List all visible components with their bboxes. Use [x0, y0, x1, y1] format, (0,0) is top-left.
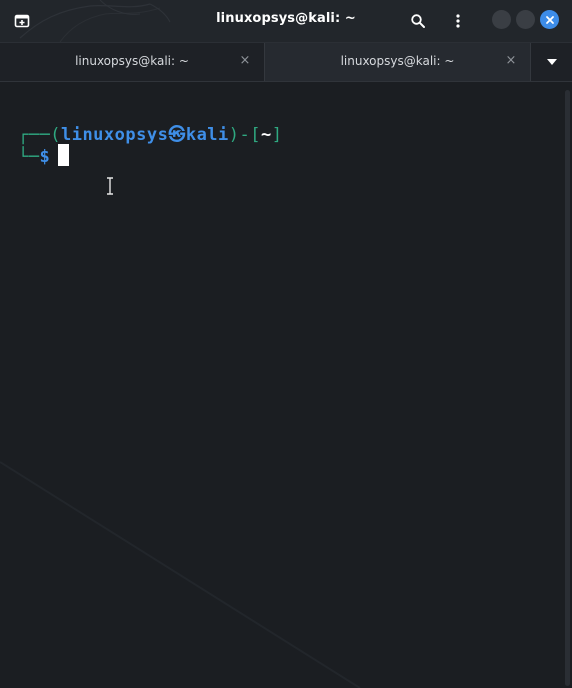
- prompt-close-bracket: ]: [271, 125, 283, 145]
- prompt-line-1: ┌──(linuxopsys㉿kali)-[~]: [18, 120, 283, 145]
- prompt-corner-top: ┌──: [18, 125, 51, 145]
- chevron-down-icon: [546, 59, 557, 65]
- prompt-host: kali: [185, 125, 229, 145]
- close-button[interactable]: [540, 10, 559, 29]
- minimize-button[interactable]: [492, 10, 511, 29]
- close-icon: [545, 15, 554, 24]
- text-cursor: [58, 144, 70, 166]
- terminal-area[interactable]: ┌──(linuxopsys㉿kali)-[~] └─$: [0, 82, 572, 688]
- prompt-open-bracket: [: [250, 125, 262, 145]
- tab-label: linuxopsys@kali: ~: [75, 54, 189, 68]
- search-button[interactable]: [406, 9, 430, 33]
- prompt-line-2: └─$: [18, 144, 70, 167]
- background-streak: [0, 461, 361, 688]
- prompt-at-symbol: ㉿: [168, 125, 186, 145]
- prompt-cwd: ~: [261, 125, 272, 145]
- maximize-button[interactable]: [516, 10, 535, 29]
- kebab-menu-icon: [456, 14, 460, 28]
- tab-bar: linuxopsys@kali: ~ × linuxopsys@kali: ~ …: [0, 42, 572, 82]
- tab-close-button[interactable]: ×: [238, 54, 252, 68]
- prompt-open-paren: (: [50, 125, 61, 145]
- main-menu-button[interactable]: [446, 9, 470, 33]
- prompt-close-paren: ): [228, 125, 240, 145]
- terminal-window: linuxopsys@kali: ~ linuxopsys@kali: ~ × …: [0, 0, 572, 688]
- tab-close-button[interactable]: ×: [504, 54, 518, 68]
- tab-1[interactable]: linuxopsys@kali: ~ ×: [0, 43, 264, 81]
- new-tab-icon: [14, 14, 30, 28]
- prompt-dash: -: [239, 125, 251, 145]
- ibeam-cursor-icon: [107, 177, 113, 195]
- tab-label: linuxopsys@kali: ~: [340, 54, 455, 68]
- new-tab-button[interactable]: [10, 9, 34, 33]
- scrollbar[interactable]: [565, 90, 570, 686]
- tab-list-button[interactable]: [531, 43, 572, 81]
- search-icon: [411, 14, 425, 28]
- prompt-corner-bottom: └─: [18, 147, 40, 167]
- prompt-dollar: $: [39, 147, 51, 167]
- tab-2[interactable]: linuxopsys@kali: ~ ×: [264, 43, 531, 81]
- prompt-user: linuxopsys: [60, 125, 169, 145]
- header-bar[interactable]: linuxopsys@kali: ~: [0, 0, 572, 42]
